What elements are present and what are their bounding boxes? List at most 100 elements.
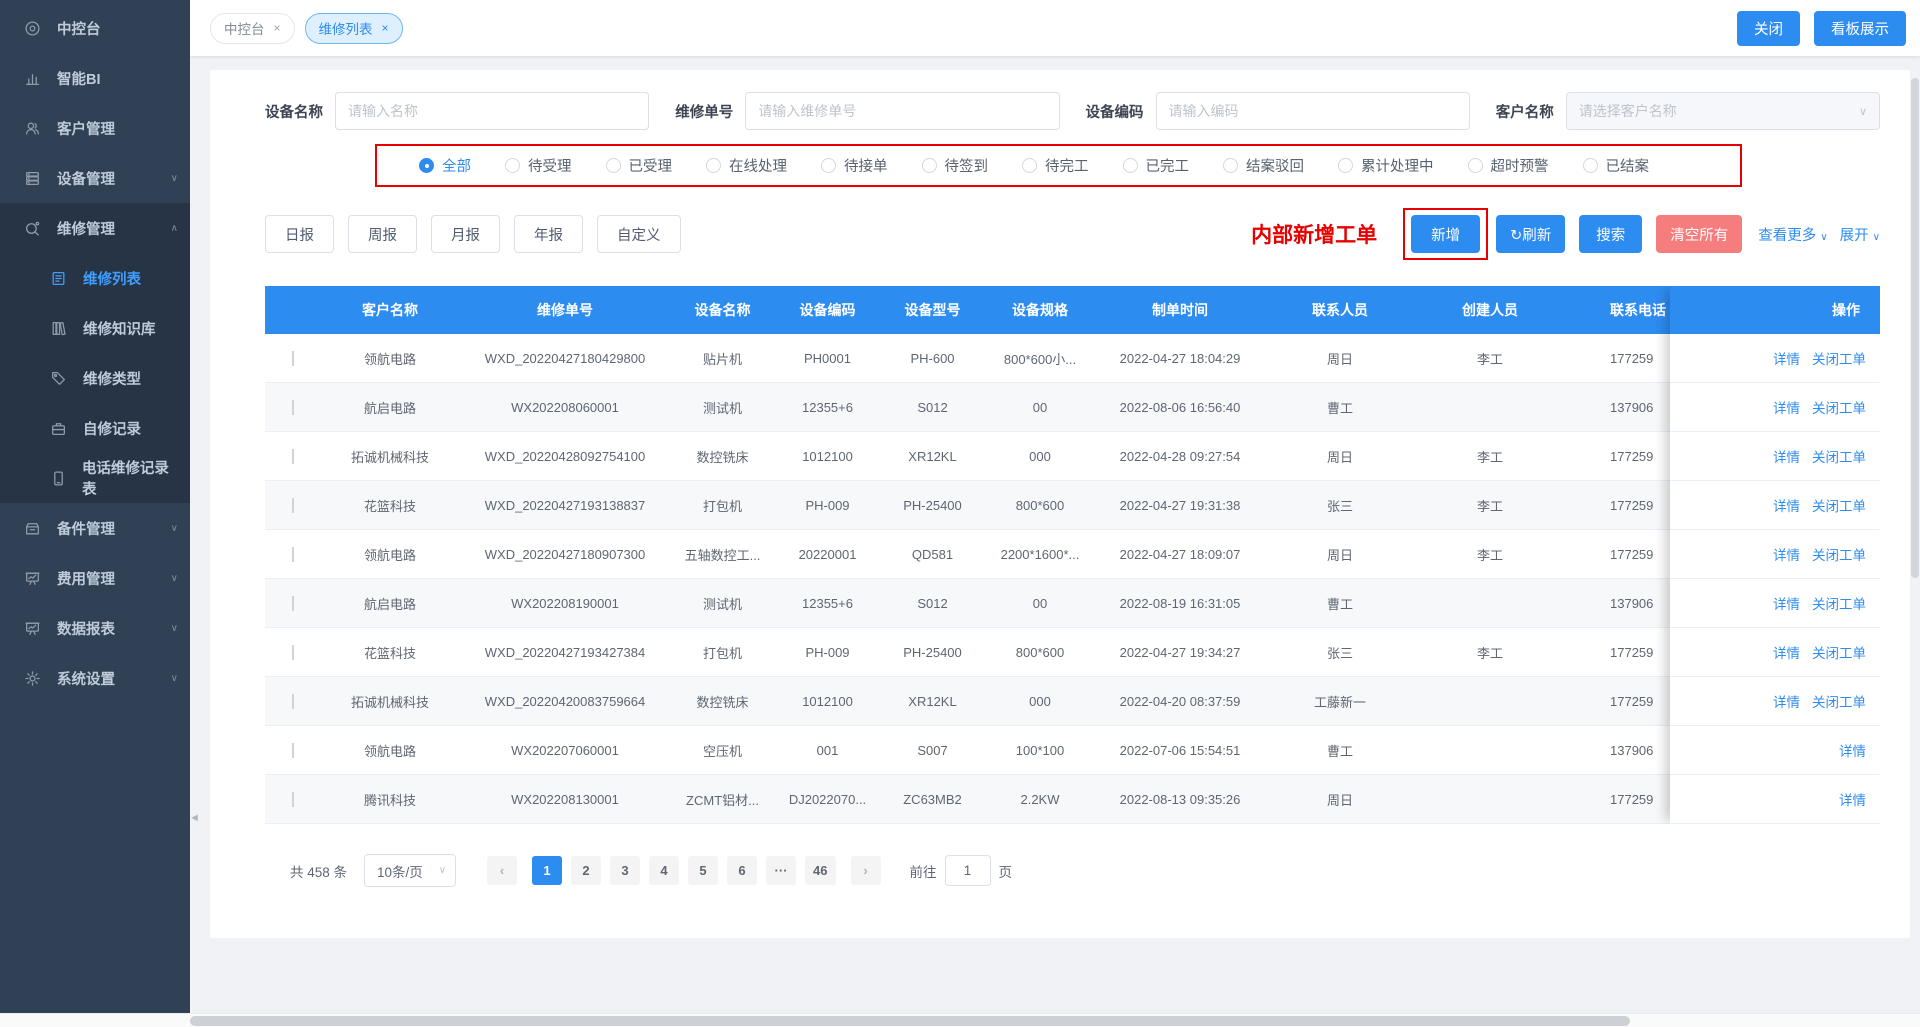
tab-close-icon[interactable]: × bbox=[274, 21, 281, 35]
detail-link[interactable]: 详情 bbox=[1773, 544, 1800, 564]
tab-中控台[interactable]: 中控台× bbox=[210, 13, 295, 44]
status-radio-结案驳回[interactable]: 结案驳回 bbox=[1223, 155, 1304, 176]
radio-label: 待签到 bbox=[945, 155, 989, 176]
row-checkbox[interactable] bbox=[292, 645, 294, 660]
status-radio-在线处理[interactable]: 在线处理 bbox=[706, 155, 787, 176]
detail-link[interactable]: 详情 bbox=[1773, 495, 1800, 515]
row-checkbox[interactable] bbox=[292, 547, 294, 562]
horizontal-scrollbar-thumb[interactable] bbox=[190, 1016, 1630, 1026]
close-button[interactable]: 关闭 bbox=[1737, 11, 1800, 46]
device-code-input[interactable] bbox=[1156, 92, 1470, 130]
close-order-link[interactable]: 关闭工单 bbox=[1812, 446, 1866, 466]
horizontal-scrollbar[interactable] bbox=[0, 1013, 1920, 1027]
close-order-link[interactable]: 关闭工单 bbox=[1812, 544, 1866, 564]
next-page-button[interactable]: › bbox=[851, 856, 881, 885]
cell-device: 贴片机 bbox=[670, 349, 775, 368]
report-button-年报[interactable]: 年报 bbox=[514, 215, 583, 253]
detail-link[interactable]: 详情 bbox=[1773, 397, 1800, 417]
sidebar-item-repair-mgmt[interactable]: 维修管理∧ bbox=[0, 203, 190, 253]
report-button-周报[interactable]: 周报 bbox=[348, 215, 417, 253]
sidebar-item-smart-bi[interactable]: 智能BI bbox=[0, 53, 190, 103]
detail-link[interactable]: 详情 bbox=[1773, 593, 1800, 613]
status-filter-annotation-box: 全部 待受理 已受理 在线处理 待接单 待签到 待完工 已完工 结案驳回 累计处理中 超时预警 已结案 bbox=[375, 144, 1742, 187]
report-button-自定义[interactable]: 自定义 bbox=[597, 215, 681, 253]
page-button-3[interactable]: 3 bbox=[610, 856, 640, 885]
repair-order-input[interactable] bbox=[745, 92, 1059, 130]
detail-link[interactable]: 详情 bbox=[1773, 691, 1800, 711]
search-button[interactable]: 搜索 bbox=[1579, 215, 1642, 253]
page-button-1[interactable]: 1 bbox=[532, 856, 562, 885]
sidebar-collapse-icon[interactable]: ◄ bbox=[189, 812, 200, 824]
app-root: 中控台智能BI客户管理设备管理∨维修管理∧维修列表维修知识库维修类型自修记录电话… bbox=[0, 0, 1920, 1013]
vertical-scrollbar-thumb[interactable] bbox=[1911, 78, 1919, 578]
sidebar-item-repair-list[interactable]: 维修列表 bbox=[0, 253, 190, 303]
cell-device: 五轴数控工... bbox=[670, 545, 775, 564]
page-ellipsis[interactable]: ··· bbox=[766, 856, 796, 885]
close-order-link[interactable]: 关闭工单 bbox=[1812, 691, 1866, 711]
detail-link[interactable]: 详情 bbox=[1773, 348, 1800, 368]
sidebar-item-console[interactable]: 中控台 bbox=[0, 3, 190, 53]
filter-group-device-name: 设备名称 bbox=[265, 92, 649, 130]
row-checkbox[interactable] bbox=[292, 596, 294, 611]
tab-close-icon[interactable]: × bbox=[382, 21, 389, 35]
close-order-link[interactable]: 关闭工单 bbox=[1812, 495, 1866, 515]
close-order-link[interactable]: 关闭工单 bbox=[1812, 642, 1866, 662]
close-order-link[interactable]: 关闭工单 bbox=[1812, 593, 1866, 613]
detail-link[interactable]: 详情 bbox=[1839, 789, 1866, 809]
sidebar-item-system-settings[interactable]: 系统设置∨ bbox=[0, 653, 190, 703]
sidebar-item-spare-parts-mgmt[interactable]: 备件管理∨ bbox=[0, 503, 190, 553]
row-checkbox[interactable] bbox=[292, 743, 294, 758]
status-radio-已结案[interactable]: 已结案 bbox=[1583, 155, 1650, 176]
status-radio-待签到[interactable]: 待签到 bbox=[922, 155, 989, 176]
row-checkbox[interactable] bbox=[292, 400, 294, 415]
row-checkbox[interactable] bbox=[292, 498, 294, 513]
prev-page-button[interactable]: ‹ bbox=[487, 856, 517, 885]
page-button-2[interactable]: 2 bbox=[571, 856, 601, 885]
clear-all-button[interactable]: 清空所有 bbox=[1656, 215, 1742, 253]
sidebar-item-expense-mgmt[interactable]: 费用管理∨ bbox=[0, 553, 190, 603]
sidebar-item-repair-knowledge[interactable]: 维修知识库 bbox=[0, 303, 190, 353]
status-radio-已受理[interactable]: 已受理 bbox=[606, 155, 673, 176]
detail-link[interactable]: 详情 bbox=[1839, 740, 1866, 760]
status-radio-全部[interactable]: 全部 bbox=[419, 155, 471, 176]
goto-page-input[interactable] bbox=[945, 855, 991, 886]
row-checkbox[interactable] bbox=[292, 792, 294, 807]
status-radio-待完工[interactable]: 待完工 bbox=[1022, 155, 1089, 176]
page-size-select[interactable]: 10条/页∨ bbox=[364, 854, 456, 887]
row-checkbox[interactable] bbox=[292, 351, 294, 366]
sidebar-item-repair-type[interactable]: 维修类型 bbox=[0, 353, 190, 403]
detail-link[interactable]: 详情 bbox=[1773, 642, 1800, 662]
topbar-actions: 关闭 看板展示 bbox=[1737, 11, 1906, 46]
report-button-月报[interactable]: 月报 bbox=[431, 215, 500, 253]
row-checkbox[interactable] bbox=[292, 449, 294, 464]
cell-spec: 2200*1600*... bbox=[985, 547, 1095, 562]
sidebar-item-self-repair-records[interactable]: 自修记录 bbox=[0, 403, 190, 453]
status-radio-待受理[interactable]: 待受理 bbox=[505, 155, 572, 176]
sidebar-item-customer-mgmt[interactable]: 客户管理 bbox=[0, 103, 190, 153]
status-radio-待接单[interactable]: 待接单 bbox=[821, 155, 888, 176]
add-button[interactable]: 新增 bbox=[1411, 215, 1480, 253]
tab-维修列表[interactable]: 维修列表× bbox=[305, 13, 403, 44]
row-checkbox[interactable] bbox=[292, 694, 294, 709]
detail-link[interactable]: 详情 bbox=[1773, 446, 1800, 466]
status-radio-超时预警[interactable]: 超时预警 bbox=[1468, 155, 1549, 176]
page-button-46[interactable]: 46 bbox=[805, 856, 835, 885]
status-radio-累计处理中[interactable]: 累计处理中 bbox=[1338, 155, 1434, 176]
page-button-5[interactable]: 5 bbox=[688, 856, 718, 885]
refresh-button[interactable]: ↻刷新 bbox=[1496, 215, 1565, 253]
expand-link[interactable]: 展开 ∨ bbox=[1840, 224, 1880, 245]
board-display-button[interactable]: 看板展示 bbox=[1814, 11, 1906, 46]
report-button-日报[interactable]: 日报 bbox=[265, 215, 334, 253]
close-order-link[interactable]: 关闭工单 bbox=[1812, 348, 1866, 368]
cell-code: 12355+6 bbox=[775, 400, 880, 415]
view-more-link[interactable]: 查看更多 ∨ bbox=[1758, 224, 1827, 245]
status-radio-已完工[interactable]: 已完工 bbox=[1123, 155, 1190, 176]
customer-name-select[interactable]: 请选择客户名称∨ bbox=[1566, 92, 1880, 130]
sidebar-item-device-mgmt[interactable]: 设备管理∨ bbox=[0, 153, 190, 203]
device-name-input[interactable] bbox=[335, 92, 649, 130]
page-button-4[interactable]: 4 bbox=[649, 856, 679, 885]
close-order-link[interactable]: 关闭工单 bbox=[1812, 397, 1866, 417]
sidebar-item-data-reports[interactable]: 数据报表∨ bbox=[0, 603, 190, 653]
sidebar-item-phone-repair-records[interactable]: 电话维修记录表 bbox=[0, 453, 190, 503]
page-button-6[interactable]: 6 bbox=[727, 856, 757, 885]
